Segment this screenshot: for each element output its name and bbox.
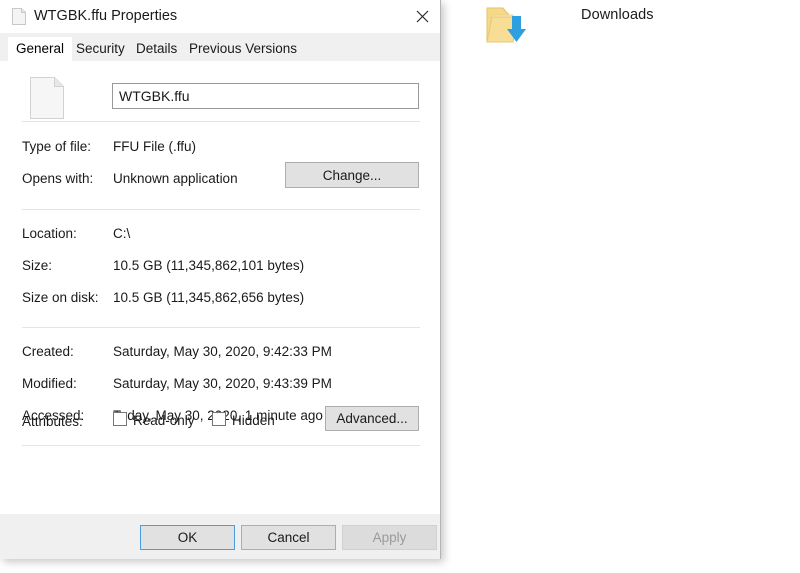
explorer-pane: Downloads 萝卜头 IT论坛 BBS.LUOBOTOU.ORG	[440, 0, 800, 573]
apply-button[interactable]: Apply	[342, 525, 437, 550]
row-size-on-disk: Size on disk: 10.5 GB (11,345,862,656 by…	[0, 290, 440, 310]
file-name-input[interactable]: WTGBK.ffu	[112, 83, 419, 109]
row-label: Size on disk:	[22, 290, 99, 305]
change-button[interactable]: Change...	[285, 162, 419, 188]
ok-button[interactable]: OK	[140, 525, 235, 550]
readonly-label: Read-only	[133, 413, 195, 428]
row-label: Location:	[22, 226, 77, 241]
tab-panel-general: WTGBK.ffu Type of file: FFU File (.ffu) …	[0, 61, 440, 514]
row-value: Saturday, May 30, 2020, 9:43:39 PM	[113, 376, 332, 391]
row-created: Created: Saturday, May 30, 2020, 9:42:33…	[0, 344, 440, 364]
tab-details[interactable]: Details	[128, 37, 185, 61]
file-icon-small	[12, 8, 26, 25]
separator-1	[22, 121, 420, 122]
separator-2	[22, 209, 420, 210]
row-modified: Modified: Saturday, May 30, 2020, 9:43:3…	[0, 376, 440, 396]
row-location: Location: C:\	[0, 226, 440, 246]
row-value: FFU File (.ffu)	[113, 139, 197, 154]
cancel-button[interactable]: Cancel	[241, 525, 336, 550]
dialog-titlebar[interactable]: WTGBK.ffu Properties	[0, 0, 440, 33]
row-value: 10.5 GB (11,345,862,101 bytes)	[113, 258, 305, 273]
row-label: Opens with:	[22, 171, 94, 186]
row-value: C:\	[113, 226, 131, 241]
row-label: Type of file:	[22, 139, 92, 154]
tab-general[interactable]: General	[8, 37, 73, 61]
downloads-folder-icon	[485, 4, 533, 46]
row-label: Size:	[22, 258, 53, 273]
row-label: Created:	[22, 344, 74, 359]
file-type-icon	[30, 77, 64, 119]
row-label: Modified:	[22, 376, 77, 391]
row-value: 10.5 GB (11,345,862,656 bytes)	[113, 290, 305, 305]
row-type-of-file: Type of file: FFU File (.ffu)	[0, 139, 440, 159]
file-properties-dialog: WTGBK.ffu Properties General Security De…	[0, 0, 441, 559]
dialog-title: WTGBK.ffu Properties	[34, 8, 178, 24]
folder-item-label: Downloads	[581, 7, 654, 23]
hidden-label: Hidden	[232, 413, 275, 428]
hidden-checkbox[interactable]	[212, 412, 226, 426]
folder-item-downloads[interactable]: Downloads	[485, 2, 785, 48]
tab-previous-versions[interactable]: Previous Versions	[181, 37, 305, 61]
close-icon	[416, 10, 429, 22]
row-value: Unknown application	[113, 171, 238, 186]
readonly-checkbox[interactable]	[113, 412, 127, 426]
attributes-label: Attributes:	[22, 414, 83, 429]
screen: Downloads 萝卜头 IT论坛 BBS.LUOBOTOU.ORG	[0, 0, 800, 573]
close-button[interactable]	[405, 0, 440, 32]
tab-strip: General Security Details Previous Versio…	[0, 33, 440, 61]
separator-3	[22, 327, 420, 328]
row-value: Saturday, May 30, 2020, 9:42:33 PM	[113, 344, 332, 359]
dialog-footer: OK Cancel Apply	[0, 514, 440, 559]
advanced-button[interactable]: Advanced...	[325, 406, 419, 431]
tab-security[interactable]: Security	[68, 37, 133, 61]
row-size: Size: 10.5 GB (11,345,862,101 bytes)	[0, 258, 440, 278]
separator-4	[22, 445, 420, 446]
